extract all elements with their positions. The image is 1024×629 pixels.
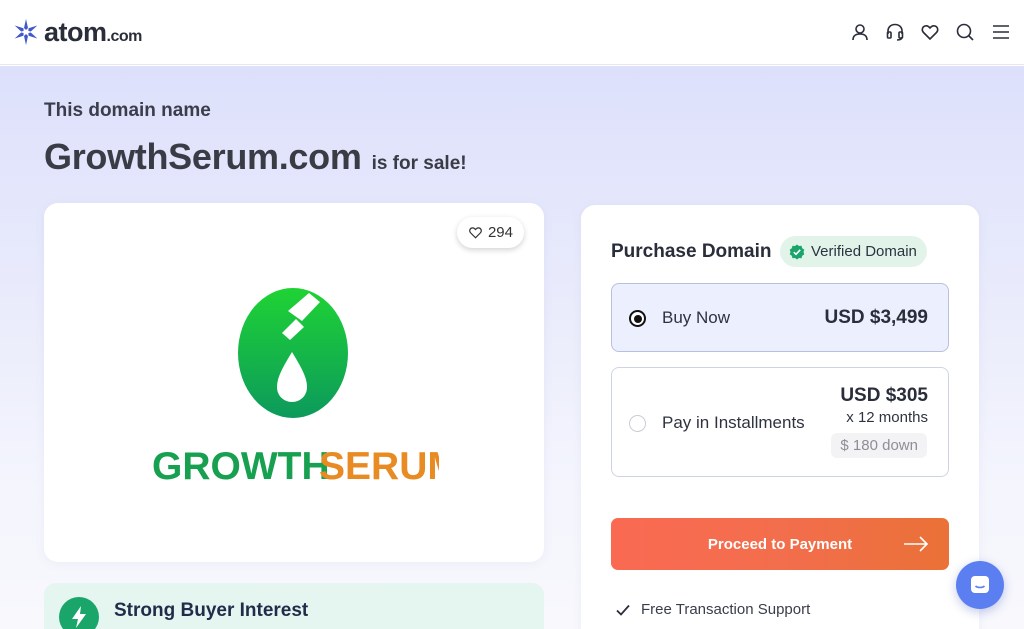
proceed-label: Proceed to Payment	[707, 535, 853, 553]
domain-title-row: GrowthSerum.com is for sale!	[44, 136, 467, 178]
menu-icon[interactable]	[990, 21, 1012, 43]
installments-option[interactable]: Pay in Installments USD $305 x 12 months…	[611, 367, 949, 477]
verified-badge: Verified Domain	[780, 236, 927, 267]
site-header: atom.com	[0, 0, 1024, 65]
installments-months: x 12 months	[846, 409, 928, 426]
headset-icon[interactable]	[885, 22, 905, 42]
site-logo[interactable]: atom.com	[12, 17, 142, 48]
buy-now-radio[interactable]	[629, 310, 646, 327]
proceed-to-payment-button[interactable]: Proceed to Payment	[611, 518, 949, 570]
domain-logo-card: 294 GROWTH SERUM	[44, 203, 544, 562]
verified-check-icon	[789, 244, 805, 259]
atom-logo-icon	[14, 19, 38, 45]
brand-word-serum: SERUM	[319, 445, 439, 485]
buy-now-label: Buy Now	[662, 308, 731, 327]
header-actions	[850, 21, 1012, 43]
growth-serum-logo-image: GROWTH SERUM	[152, 288, 439, 485]
heart-icon[interactable]	[920, 22, 940, 42]
checkmark-icon	[616, 604, 630, 616]
like-button[interactable]: 294	[456, 217, 524, 248]
installments-label: Pay in Installments	[662, 413, 805, 432]
heart-outline-icon	[469, 227, 482, 239]
purchase-title: Purchase Domain	[611, 241, 772, 262]
arrow-right-icon	[904, 536, 929, 552]
lightning-icon	[59, 597, 99, 629]
installments-down-payment: $ 180 down	[831, 433, 927, 458]
chat-widget-button[interactable]	[956, 561, 1004, 609]
buy-now-option[interactable]: Buy Now USD $3,499	[611, 283, 949, 352]
domain-name-title: GrowthSerum.com	[44, 136, 362, 177]
installments-radio[interactable]	[629, 415, 646, 432]
support-feature: Free Transaction Support	[615, 601, 810, 618]
for-sale-label: is for sale!	[371, 153, 467, 174]
brand-word-growth: GROWTH	[152, 445, 330, 485]
chat-icon	[971, 576, 989, 593]
buyer-interest-title: Strong Buyer Interest	[114, 600, 309, 621]
brand-wordmark: atom.com	[44, 16, 142, 47]
purchase-card: Purchase Domain Verified Domain Buy Now …	[581, 205, 979, 629]
domain-eyebrow: This domain name	[44, 100, 211, 121]
buy-now-price: USD $3,499	[824, 307, 928, 328]
search-icon[interactable]	[955, 22, 975, 42]
user-icon[interactable]	[850, 22, 870, 42]
buyer-interest-card: Strong Buyer Interest	[44, 583, 544, 629]
installments-price: USD $305	[840, 385, 928, 406]
like-count: 294	[487, 224, 513, 241]
verified-label: Verified Domain	[811, 243, 917, 260]
support-label: Free Transaction Support	[641, 601, 811, 618]
